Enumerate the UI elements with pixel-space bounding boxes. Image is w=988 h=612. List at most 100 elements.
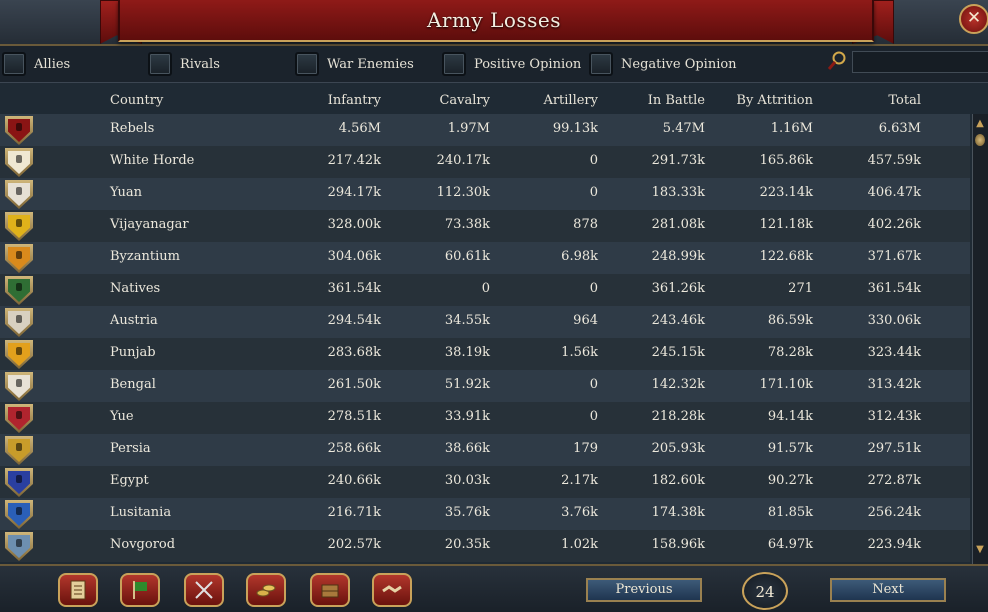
- flag-field: [8, 151, 30, 174]
- column-header-artillery[interactable]: Artillery: [488, 93, 598, 108]
- country-flag-icon[interactable]: [5, 436, 33, 465]
- filter-positive-opinion[interactable]: Positive Opinion: [442, 51, 581, 77]
- scroll-thumb[interactable]: [975, 134, 985, 146]
- country-name: Bengal: [110, 377, 156, 392]
- country-flag-icon[interactable]: [5, 116, 33, 145]
- country-flag-icon[interactable]: [5, 212, 33, 241]
- diplomacy-button[interactable]: [372, 573, 412, 607]
- column-header-infantry[interactable]: Infantry: [271, 93, 381, 108]
- artillery-value: 3.76k: [561, 505, 598, 520]
- in-battle-value: 218.28k: [651, 409, 705, 424]
- economy-button[interactable]: [246, 573, 286, 607]
- by-attrition-value: 271: [788, 281, 813, 296]
- by-attrition-value: 223.14k: [759, 185, 813, 200]
- next-button[interactable]: Next: [830, 578, 946, 602]
- table-row[interactable]: Byzantium 304.06k 60.61k 6.98k 248.99k 122.68…: [0, 242, 970, 274]
- filter-positive-opinion-checkbox[interactable]: [442, 52, 466, 76]
- scrollbar[interactable]: [972, 114, 988, 564]
- search-input[interactable]: [852, 51, 988, 73]
- crate-icon: [321, 584, 339, 598]
- table-row[interactable]: Vijayanagar 328.00k 73.38k 878 281.08k 121.18…: [0, 210, 970, 242]
- filter-rivals-checkbox[interactable]: [148, 52, 172, 76]
- country-flag-icon[interactable]: [5, 276, 33, 305]
- military-button[interactable]: [184, 573, 224, 607]
- country-flag-icon[interactable]: [5, 180, 33, 209]
- table-row[interactable]: Natives 361.54k 0 0 361.26k 271 361.54k: [0, 274, 970, 306]
- country-name: White Horde: [110, 153, 195, 168]
- flag-emblem-icon: [16, 315, 22, 323]
- scroll-up-icon[interactable]: ▲: [974, 118, 986, 130]
- by-attrition-value: 81.85k: [767, 505, 813, 520]
- by-attrition-value: 122.68k: [759, 249, 813, 264]
- country-flag-icon[interactable]: [5, 500, 33, 529]
- table-row[interactable]: Lusitania 216.71k 35.76k 3.76k 174.38k 81.85k…: [0, 498, 970, 530]
- filter-war-enemies[interactable]: War Enemies: [295, 51, 414, 77]
- column-header-country[interactable]: Country: [110, 93, 163, 108]
- filter-war-enemies-checkbox[interactable]: [295, 52, 319, 76]
- table-row[interactable]: White Horde 217.42k 240.17k 0 291.73k 165.86k…: [0, 146, 970, 178]
- artillery-value: 1.02k: [561, 537, 598, 552]
- table-row[interactable]: Punjab 283.68k 38.19k 1.56k 245.15k 78.28k 323…: [0, 338, 970, 370]
- flag-field: [8, 471, 30, 494]
- column-header-in-battle[interactable]: In Battle: [595, 93, 705, 108]
- in-battle-value: 182.60k: [651, 473, 705, 488]
- trade-goods-button[interactable]: [310, 573, 350, 607]
- country-flag-icon[interactable]: [5, 340, 33, 369]
- filter-label: Negative Opinion: [621, 56, 737, 72]
- column-header-total[interactable]: Total: [811, 93, 921, 108]
- in-battle-value: 245.15k: [651, 345, 705, 360]
- by-attrition-value: 64.97k: [767, 537, 813, 552]
- country-flag-icon[interactable]: [5, 532, 33, 561]
- flag-field: [8, 439, 30, 462]
- column-header-cavalry[interactable]: Cavalry: [380, 93, 490, 108]
- country-flag-icon[interactable]: [5, 308, 33, 337]
- infantry-value: 294.17k: [327, 185, 381, 200]
- flag-field: [8, 215, 30, 238]
- filter-negative-opinion-checkbox[interactable]: [589, 52, 613, 76]
- filter-negative-opinion[interactable]: Negative Opinion: [589, 51, 737, 77]
- total-value: 402.26k: [867, 217, 921, 232]
- flag-field: [8, 311, 30, 334]
- total-value: 313.42k: [867, 377, 921, 392]
- search-icon[interactable]: [826, 50, 848, 72]
- column-header-by-attrition[interactable]: By Attrition: [703, 93, 813, 108]
- country-flag-icon[interactable]: [5, 404, 33, 433]
- cavalry-value: 38.19k: [444, 345, 490, 360]
- table-row[interactable]: Austria 294.54k 34.55k 964 243.46k 86.59k 330.…: [0, 306, 970, 338]
- total-value: 256.24k: [867, 505, 921, 520]
- total-value: 406.47k: [867, 185, 921, 200]
- cavalry-value: 240.17k: [436, 153, 490, 168]
- filter-rivals[interactable]: Rivals: [148, 51, 220, 77]
- total-value: 297.51k: [867, 441, 921, 456]
- filter-allies[interactable]: Allies: [2, 51, 70, 77]
- country-flag-icon[interactable]: [5, 372, 33, 401]
- filter-allies-checkbox[interactable]: [2, 52, 26, 76]
- ledger-button[interactable]: [58, 573, 98, 607]
- country-flag-icon[interactable]: [5, 148, 33, 177]
- table-row[interactable]: Novgorod 202.57k 20.35k 1.02k 158.96k 64.97k 2…: [0, 530, 970, 562]
- in-battle-value: 248.99k: [651, 249, 705, 264]
- flag-field: [8, 183, 30, 206]
- flag-emblem-icon: [16, 443, 22, 451]
- flag-button[interactable]: [120, 573, 160, 607]
- previous-button[interactable]: Previous: [586, 578, 702, 602]
- in-battle-value: 291.73k: [651, 153, 705, 168]
- table-row[interactable]: Persia 258.66k 38.66k 179 205.93k 91.57k 297.5…: [0, 434, 970, 466]
- flag-emblem-icon: [16, 507, 22, 515]
- table-row[interactable]: Rebels 4.56M 1.97M 99.13k 5.47M 1.16M 6.63M: [0, 114, 970, 146]
- country-flag-icon[interactable]: [5, 244, 33, 273]
- table-row[interactable]: Yue 278.51k 33.91k 0 218.28k 94.14k 312.43k: [0, 402, 970, 434]
- close-button[interactable]: ✕: [959, 4, 988, 34]
- flag-emblem-icon: [16, 411, 22, 419]
- by-attrition-value: 1.16M: [770, 121, 813, 136]
- infantry-value: 202.57k: [327, 537, 381, 552]
- scroll-down-icon[interactable]: ▼: [974, 544, 986, 556]
- table-row[interactable]: Egypt 240.66k 30.03k 2.17k 182.60k 90.27k 272.…: [0, 466, 970, 498]
- artillery-value: 964: [573, 313, 598, 328]
- table-body: Rebels 4.56M 1.97M 99.13k 5.47M 1.16M 6.63M Whi…: [0, 114, 970, 564]
- table-row[interactable]: Bengal 261.50k 51.92k 0 142.32k 171.10k 313.42…: [0, 370, 970, 402]
- country-flag-icon[interactable]: [5, 468, 33, 497]
- table-row[interactable]: Yuan 294.17k 112.30k 0 183.33k 223.14k 406.47k: [0, 178, 970, 210]
- country-name: Yuan: [110, 185, 142, 200]
- flag-emblem-icon: [16, 219, 22, 227]
